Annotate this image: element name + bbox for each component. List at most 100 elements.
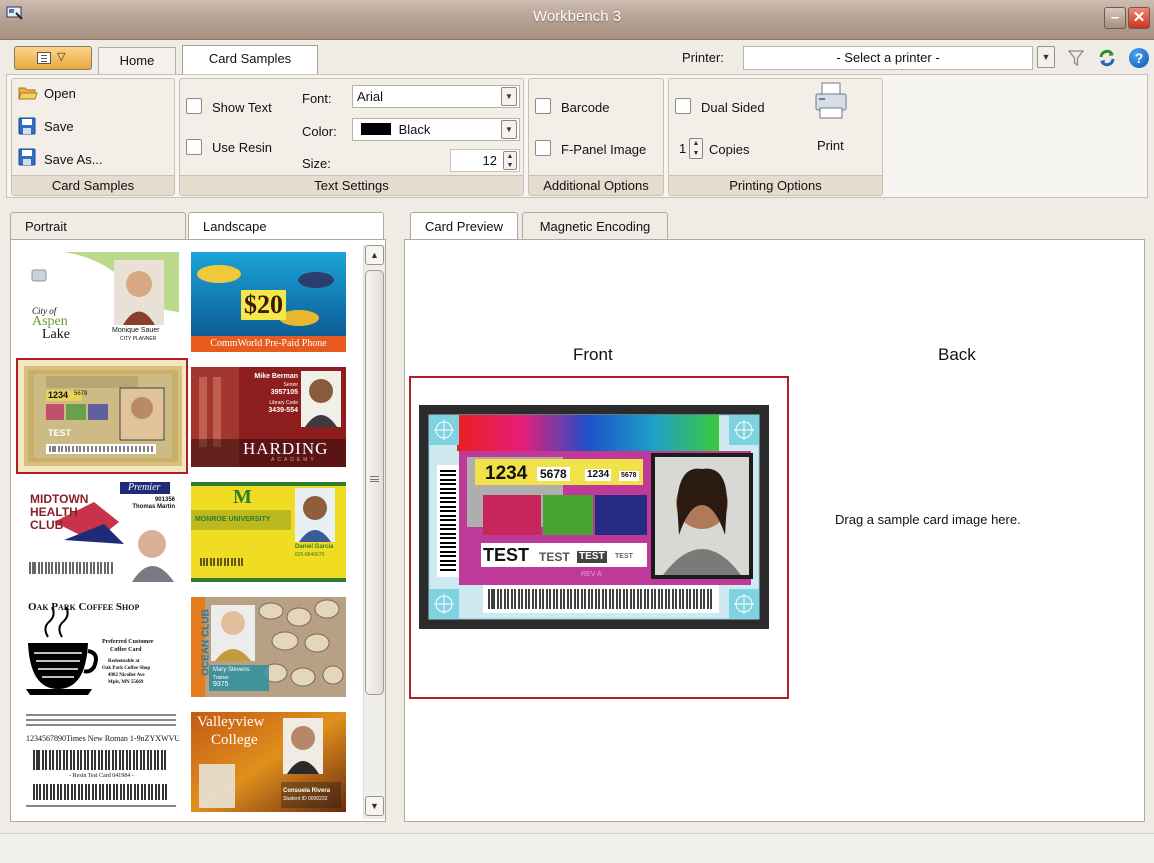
card-preview-panel: Card Preview Magnetic Encoding Front Bac… (404, 210, 1145, 822)
midtown-num: 901356 (154, 497, 175, 503)
valleyview-person: Consuela Rivera (283, 788, 331, 794)
use-resin-label: Use Resin (212, 140, 272, 155)
test-label2: TEST (539, 550, 570, 564)
printer-icon (815, 82, 847, 119)
back-drop-hint: Drag a sample card image here. (835, 512, 1021, 527)
harding-name: Mike Berman (254, 373, 298, 380)
scroll-thumb[interactable] (365, 270, 384, 695)
folder-icon (18, 87, 38, 100)
oakpark-line1: Preferred Customer (102, 639, 154, 645)
refresh-icon[interactable] (1098, 49, 1116, 67)
show-text-label: Show Text (212, 100, 272, 115)
sample-card-aspen[interactable]: City of Aspen Lake Monique Sauer CITY PL… (24, 252, 179, 352)
sample-card-test: 1234 5678 TEST (24, 366, 182, 466)
test-num3: 1234 (585, 469, 612, 481)
barcode-label: Barcode (561, 100, 610, 115)
back-heading: Back (938, 345, 976, 364)
front-drop-zone[interactable]: 1234 5678 1234 5678 TEST TEST TEST TEST … (409, 376, 789, 699)
sample-card-monroe[interactable]: M MONROE UNIVERSITY Daniel Garcia 625-88… (191, 482, 346, 582)
color-label: Color: (302, 124, 337, 139)
color-dropdown-icon[interactable]: ▼ (501, 120, 517, 139)
dual-sided-box[interactable] (675, 98, 691, 114)
copies-spin-icon[interactable]: ▲ ▼ (689, 138, 703, 159)
scroll-down-icon[interactable]: ▼ (365, 796, 384, 816)
printer-label: Printer: (682, 50, 724, 65)
test-thumb-num2: 5678 (74, 391, 88, 397)
midtown-line1: MIDTOWN (30, 492, 89, 506)
midtown-badge: Premier (128, 482, 161, 493)
monroe-school: MONROE UNIVERSITY (195, 516, 271, 523)
size-stepper[interactable]: 12 ▲ ▼ (450, 149, 520, 172)
save-label: Save (44, 119, 74, 134)
printer-dropdown-icon[interactable]: ▼ (1037, 46, 1055, 68)
tab-landscape[interactable]: Landscape (188, 212, 384, 240)
sample-card-ocean[interactable]: OCEAN CLUB Mary Stevens Trainer 9375 (191, 597, 346, 697)
tab-card-samples[interactable]: Card Samples (182, 45, 318, 75)
test-label3: TEST (577, 551, 607, 563)
open-label: Open (44, 86, 76, 101)
tab-portrait[interactable]: Portrait (10, 212, 186, 240)
color-select[interactable]: Black ▼ (352, 118, 520, 141)
tab-home[interactable]: Home (98, 47, 176, 74)
sample-card-test-selected[interactable]: 1234 5678 TEST (16, 358, 188, 474)
resin-card-art (26, 714, 176, 807)
ocean-vertical: OCEAN CLUB (200, 609, 212, 676)
resin-sample-text: 1234567890Times New Roman 1-9nZYXWVU (26, 734, 179, 743)
sample-card-midtown[interactable]: MIDTOWN HEALTH CLUB Premier 901356 Thoma… (24, 482, 179, 582)
font-dropdown-icon[interactable]: ▼ (501, 87, 517, 106)
scroll-up-icon[interactable]: ▲ (365, 245, 384, 265)
test-num1: 1234 (485, 463, 528, 484)
filter-icon[interactable] (1068, 49, 1084, 67)
size-spin-icon[interactable]: ▲ ▼ (503, 151, 517, 170)
tab-magnetic-encoding[interactable]: Magnetic Encoding (522, 212, 668, 240)
monroe-person: Daniel Garcia (295, 544, 334, 550)
gallery-scrollbar[interactable]: ▲ ▼ (363, 245, 385, 819)
color-value: Black (398, 122, 431, 137)
printing-options-group: Dual Sided 1 ▲ ▼ Copies Print Printing Op… (668, 78, 883, 196)
help-icon[interactable]: ? (1129, 48, 1149, 68)
monroe-letter: M (233, 486, 252, 508)
commworld-price: $20 (241, 290, 286, 320)
harding-code: 3439-554 (268, 407, 298, 414)
minimize-button[interactable]: – (1104, 7, 1126, 29)
ribbon: Open Save Save As... Card Samples Show T… (6, 74, 1148, 198)
sample-gallery-panel: Portrait Landscape City of Aspen Lake Mo… (10, 210, 386, 822)
front-card-image: 1234 5678 1234 5678 TEST TEST TEST TEST … (419, 405, 769, 629)
menu-icon (37, 52, 51, 64)
harding-role: Senior (283, 382, 298, 388)
aspen-person: Monique Sauer (112, 327, 160, 334)
harding-id: 3957105 (270, 389, 298, 396)
test-thumb-test: TEST (48, 428, 72, 438)
barcode-box[interactable] (535, 98, 551, 114)
sample-card-harding[interactable]: Mike Berman Senior 3957105 Library Code … (191, 367, 346, 467)
close-button[interactable]: ✕ (1128, 7, 1150, 29)
thumbnail-gallery: City of Aspen Lake Monique Sauer CITY PL… (10, 239, 386, 822)
card-samples-group: Open Save Save As... Card Samples (11, 78, 175, 196)
chevron-down-icon: ▽ (57, 51, 66, 63)
save-as-label: Save As... (44, 152, 103, 167)
test-num4: 5678 (619, 471, 639, 481)
test-rev: REV A (581, 571, 602, 578)
printer-select[interactable]: - Select a printer - (743, 46, 1033, 70)
sample-card-resin[interactable]: 1234567890Times New Roman 1-9nZYXWVU - R… (24, 712, 179, 812)
oakpark-line5: 4982 Nicollet Ave (108, 673, 145, 678)
print-button[interactable]: Print (807, 81, 857, 159)
commworld-caption: CommWorld Pre-Paid Phone (210, 338, 327, 349)
fpanel-box[interactable] (535, 140, 551, 156)
resin-caption: - Resin Test Card 041984 - (69, 773, 134, 779)
use-resin-box[interactable] (186, 139, 202, 155)
application-menu-button[interactable]: ▽ (14, 46, 92, 70)
ocean-num: 9375 (213, 681, 229, 688)
oakpark-line6: Mpls, MN 55669 (108, 680, 144, 685)
ocean-person: Mary Stevens (213, 667, 250, 673)
valleyview-line1: Valleyview (197, 714, 265, 730)
sample-card-valleyview[interactable]: Valleyview College Consuela Rivera Stude… (191, 712, 346, 812)
sample-card-commworld[interactable]: $20 CommWorld Pre-Paid Phone (191, 252, 346, 352)
font-select[interactable]: Arial ▼ (352, 85, 520, 108)
midtown-line2: HEALTH (30, 505, 78, 519)
sample-card-oakpark[interactable]: Oak Park Coffee Shop Preferred Customer … (24, 597, 179, 697)
tab-card-preview[interactable]: Card Preview (410, 212, 518, 240)
fpanel-label: F-Panel Image (561, 142, 647, 157)
show-text-box[interactable] (186, 98, 202, 114)
dual-sided-label: Dual Sided (701, 100, 765, 115)
